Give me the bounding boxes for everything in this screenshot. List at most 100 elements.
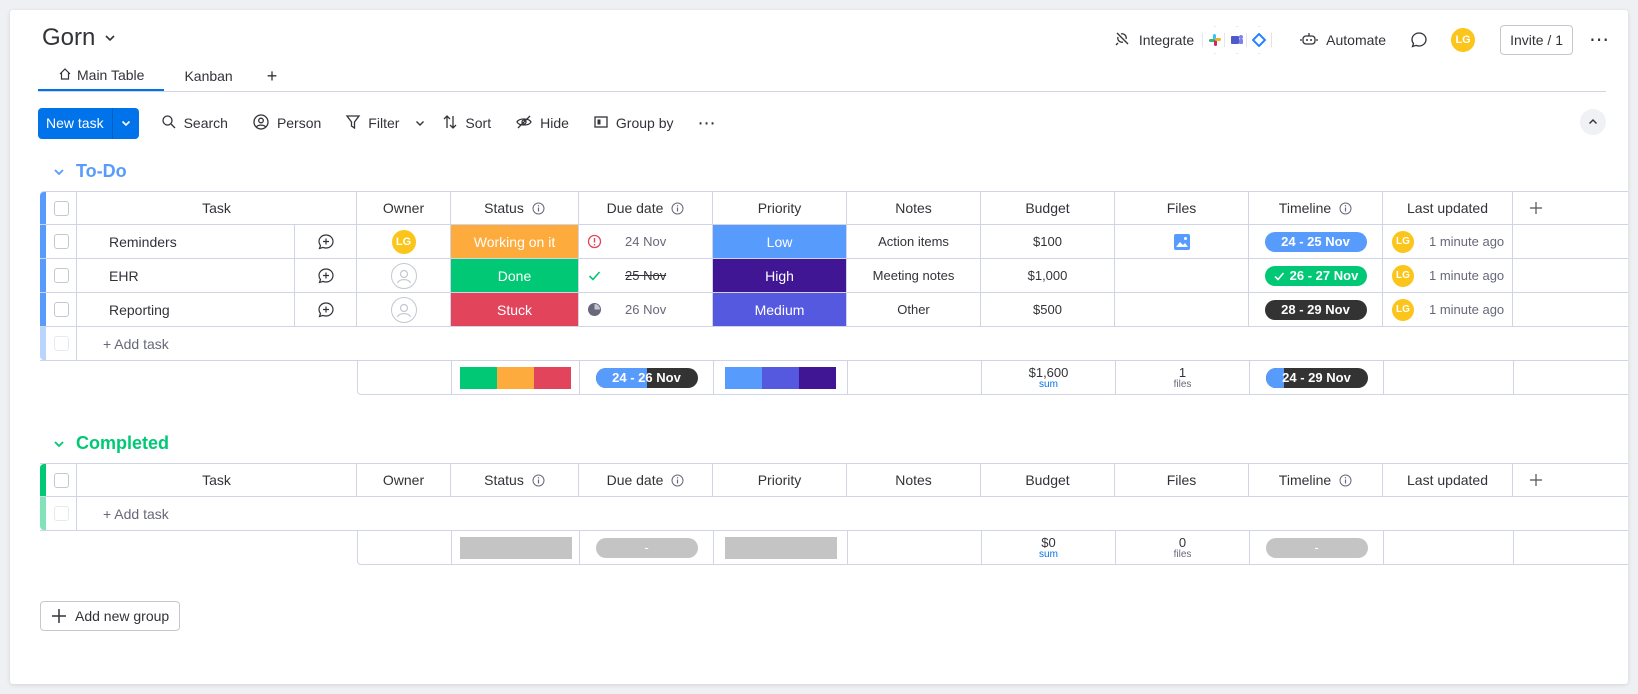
files-cell[interactable] — [1115, 225, 1249, 258]
due-date-cell[interactable]: 26 Nov — [579, 293, 713, 326]
add-column-button[interactable] — [1513, 192, 1559, 224]
column-header-status[interactable]: Status — [451, 192, 579, 224]
add-update-button[interactable] — [295, 293, 357, 326]
row-checkbox[interactable] — [46, 259, 77, 292]
more-options-icon[interactable]: ⋯ — [1589, 30, 1610, 50]
user-avatar[interactable]: LG — [1450, 27, 1477, 53]
summary-budget[interactable]: $0 sum — [982, 531, 1116, 564]
status-cell[interactable]: Working on it — [451, 225, 579, 258]
summary-budget[interactable]: $1,600 sum — [982, 361, 1116, 394]
summary-timeline[interactable]: 24 - 29 Nov — [1250, 361, 1384, 394]
table-row[interactable]: Reporting Stuck 26 Nov Medium Other $500… — [40, 293, 1628, 327]
chevron-down-icon[interactable] — [52, 437, 66, 451]
collapse-header-button[interactable] — [1580, 109, 1606, 135]
due-date-cell[interactable]: 24 Nov — [579, 225, 713, 258]
status-cell[interactable]: Stuck — [451, 293, 579, 326]
task-name[interactable]: Reminders — [77, 225, 295, 258]
column-header-priority[interactable]: Priority — [713, 192, 847, 224]
column-header-task[interactable]: Task — [77, 464, 357, 496]
task-name[interactable]: EHR — [77, 259, 295, 292]
column-header-budget[interactable]: Budget — [981, 464, 1115, 496]
column-header-notes[interactable]: Notes — [847, 464, 981, 496]
owner-cell[interactable] — [357, 259, 451, 292]
column-header-due-date[interactable]: Due date — [579, 464, 713, 496]
column-header-last-updated[interactable]: Last updated — [1383, 192, 1513, 224]
column-header-budget[interactable]: Budget — [981, 192, 1115, 224]
automate-button[interactable]: Automate — [1300, 30, 1386, 51]
select-all-checkbox[interactable] — [46, 464, 77, 496]
table-row[interactable]: EHR Done 25 Nov High Meeting notes $1,00… — [40, 259, 1628, 293]
person-placeholder-icon[interactable] — [390, 262, 417, 289]
summary-files[interactable]: 0 files — [1116, 531, 1250, 564]
column-header-notes[interactable]: Notes — [847, 192, 981, 224]
summary-timeline[interactable]: - — [1250, 531, 1384, 564]
group-title[interactable]: To-Do — [76, 161, 127, 182]
timeline-cell[interactable]: 24 - 25 Nov — [1249, 225, 1383, 258]
group-title[interactable]: Completed — [76, 433, 169, 454]
timeline-cell[interactable]: 26 - 27 Nov — [1249, 259, 1383, 292]
info-icon[interactable] — [532, 474, 545, 487]
summary-priority[interactable] — [714, 361, 848, 394]
column-header-timeline[interactable]: Timeline — [1249, 464, 1383, 496]
priority-cell[interactable]: Low — [713, 225, 847, 258]
row-checkbox[interactable] — [46, 225, 77, 258]
group-header-completed[interactable]: Completed — [52, 433, 169, 454]
files-cell[interactable] — [1115, 259, 1249, 292]
priority-cell[interactable]: Medium — [713, 293, 847, 326]
owner-cell[interactable]: LG — [357, 225, 451, 258]
group-header-todo[interactable]: To-Do — [52, 161, 127, 182]
info-icon[interactable] — [1339, 202, 1352, 215]
budget-cell[interactable]: $500 — [981, 293, 1115, 326]
files-cell[interactable] — [1115, 293, 1249, 326]
chevron-down-icon[interactable] — [414, 117, 426, 129]
column-header-status[interactable]: Status — [451, 464, 579, 496]
due-date-cell[interactable]: 25 Nov — [579, 259, 713, 292]
status-cell[interactable]: Done — [451, 259, 579, 292]
row-checkbox[interactable] — [46, 293, 77, 326]
tab-main-table[interactable]: Main Table — [38, 61, 165, 91]
task-name[interactable]: Reporting — [77, 293, 295, 326]
chat-bubble-icon[interactable] — [1410, 31, 1428, 49]
board-title[interactable]: Gorn — [42, 24, 117, 52]
notes-cell[interactable]: Meeting notes — [847, 259, 981, 292]
info-icon[interactable] — [1339, 474, 1352, 487]
info-icon[interactable] — [671, 202, 684, 215]
summary-due-date[interactable]: 24 - 26 Nov — [580, 361, 714, 394]
column-header-files[interactable]: Files — [1115, 192, 1249, 224]
summary-files[interactable]: 1 files — [1116, 361, 1250, 394]
summary-priority[interactable] — [714, 531, 848, 564]
column-header-owner[interactable]: Owner — [357, 464, 451, 496]
filter-button[interactable]: Filter — [345, 114, 426, 133]
tab-kanban[interactable]: Kanban — [164, 61, 252, 91]
column-header-timeline[interactable]: Timeline — [1249, 192, 1383, 224]
add-view-button[interactable]: + — [253, 61, 292, 91]
invite-button[interactable]: Invite / 1 — [1500, 25, 1573, 55]
person-placeholder-icon[interactable] — [390, 296, 417, 323]
summary-status[interactable] — [452, 531, 580, 564]
priority-cell[interactable]: High — [713, 259, 847, 292]
table-row[interactable]: Reminders LG Working on it 24 Nov Low Ac… — [40, 225, 1628, 259]
add-task-input[interactable]: + Add task — [77, 327, 1628, 360]
column-header-task[interactable]: Task — [77, 192, 357, 224]
summary-due-date[interactable]: - — [580, 531, 714, 564]
notes-cell[interactable]: Action items — [847, 225, 981, 258]
add-column-button[interactable] — [1513, 464, 1559, 496]
column-header-priority[interactable]: Priority — [713, 464, 847, 496]
select-all-checkbox[interactable] — [46, 192, 77, 224]
chevron-down-icon[interactable] — [52, 165, 66, 179]
person-filter-button[interactable]: Person — [252, 113, 321, 134]
column-header-files[interactable]: Files — [1115, 464, 1249, 496]
column-header-owner[interactable]: Owner — [357, 192, 451, 224]
summary-status[interactable] — [452, 361, 580, 394]
new-task-button[interactable]: New task — [38, 107, 139, 139]
info-icon[interactable] — [532, 202, 545, 215]
add-update-button[interactable] — [295, 225, 357, 258]
add-task-row[interactable]: + Add task — [40, 497, 1628, 531]
add-update-button[interactable] — [295, 259, 357, 292]
column-header-due-date[interactable]: Due date — [579, 192, 713, 224]
search-button[interactable]: Search — [161, 114, 228, 133]
group-by-button[interactable]: Group by — [593, 114, 674, 133]
budget-cell[interactable]: $1,000 — [981, 259, 1115, 292]
integrate-button[interactable]: Integrate — [1113, 26, 1273, 54]
info-icon[interactable] — [671, 474, 684, 487]
